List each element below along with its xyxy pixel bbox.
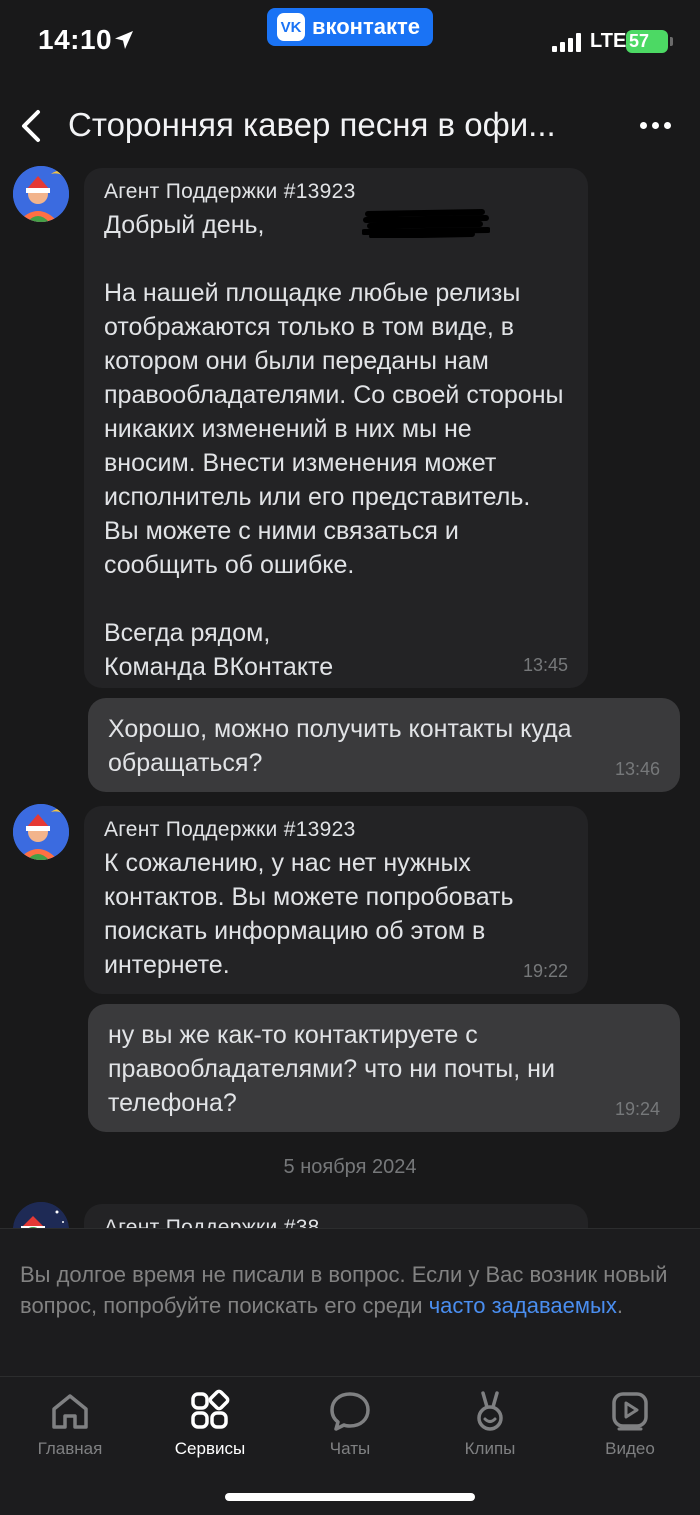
status-time: 14:10 xyxy=(38,24,113,55)
back-icon[interactable] xyxy=(18,106,46,146)
tab-label: Чаты xyxy=(329,1439,371,1458)
video-icon xyxy=(612,1392,648,1431)
message-time: 19:24 xyxy=(614,1099,660,1119)
message-sender: Агент Поддержки #13923 xyxy=(104,818,356,841)
incoming-message[interactable]: Агент Поддержки #13923 К сожалению, у на… xyxy=(84,806,588,994)
notice-text: Вы долгое время не писали в вопрос. Если… xyxy=(20,1262,668,1318)
chat-icon xyxy=(330,1392,370,1431)
message-sender: Агент Поддержки #38 xyxy=(104,1216,320,1228)
outgoing-message[interactable]: ну вы же как-то контактируете с правообл… xyxy=(88,1004,680,1132)
message-time: 13:45 xyxy=(522,655,568,675)
vk-logo-icon: VK xyxy=(277,13,305,41)
tab-label: Сервисы xyxy=(174,1439,246,1458)
message-time: 13:46 xyxy=(614,759,660,779)
redaction-scribble xyxy=(362,209,490,238)
tab-label: Видео xyxy=(605,1439,655,1458)
agent-avatar[interactable] xyxy=(13,166,69,222)
vk-app-pill[interactable]: VK вконтакте xyxy=(267,8,433,46)
message-text: Хорошо, можно получить контакты куда обр… xyxy=(108,715,579,777)
inactive-notice: Вы долгое время не писали в вопрос. Если… xyxy=(0,1228,700,1376)
message-text: К сожалению, у нас нет нужных контактов.… xyxy=(104,849,521,979)
incoming-message[interactable]: Агент Поддержки #38 xyxy=(84,1204,588,1228)
tab-clips[interactable]: Клипы xyxy=(420,1389,560,1459)
vk-pill-label: вконтакте xyxy=(312,14,421,39)
battery-icon: 57 xyxy=(626,30,673,53)
page-title: Сторонняя кавер песня в офи... xyxy=(68,106,556,143)
tab-home[interactable]: Главная xyxy=(0,1389,140,1459)
message-text: ну вы же как-то контактируете с правообл… xyxy=(108,1021,562,1117)
date-separator: 5 ноября 2024 xyxy=(283,1156,417,1178)
outgoing-message[interactable]: Хорошо, можно получить контакты куда обр… xyxy=(88,698,680,792)
chat-header: Сторонняя кавер песня в офи... xyxy=(0,90,700,162)
message-time: 19:22 xyxy=(522,961,568,981)
agent-avatar[interactable] xyxy=(13,1202,69,1228)
battery-level: 57 xyxy=(629,31,650,51)
location-arrow-icon xyxy=(115,31,133,49)
tab-video[interactable]: Видео xyxy=(560,1389,700,1459)
clips-icon xyxy=(477,1391,503,1431)
home-indicator[interactable] xyxy=(225,1493,475,1501)
services-icon xyxy=(191,1389,230,1429)
chat-area[interactable]: Агент Поддержки #13923 Добрый день, На н… xyxy=(0,162,700,1228)
status-bar: 14:10 VK вконтакте LTE 57 xyxy=(0,0,700,90)
message-sender: Агент Поддержки #13923 xyxy=(104,180,356,203)
faq-link[interactable]: часто задаваемых xyxy=(429,1293,617,1318)
tab-label: Клипы xyxy=(464,1439,516,1458)
more-icon[interactable] xyxy=(640,122,671,129)
signal-icon xyxy=(552,32,581,52)
agent-avatar[interactable] xyxy=(13,804,69,860)
tab-chats[interactable]: Чаты xyxy=(280,1389,420,1459)
tab-services[interactable]: Сервисы xyxy=(140,1389,280,1459)
network-type: LTE xyxy=(590,30,627,52)
incoming-message[interactable]: Агент Поддержки #13923 Добрый день, На н… xyxy=(84,168,588,688)
home-icon xyxy=(52,1394,88,1429)
message-text: Добрый день, На нашей площадке любые рел… xyxy=(104,211,564,681)
tab-label: Главная xyxy=(37,1439,103,1458)
